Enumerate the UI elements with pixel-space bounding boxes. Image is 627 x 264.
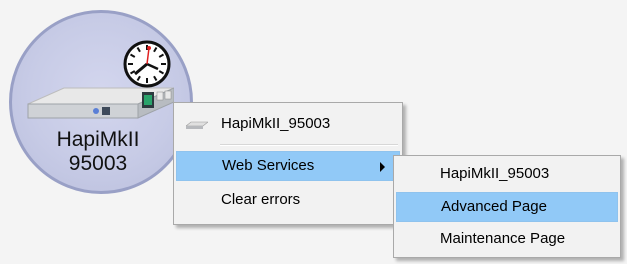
device-name: HapiMkII bbox=[56, 128, 140, 151]
menu-item-web-services-label: Web Services bbox=[222, 157, 315, 174]
submenu-item-device[interactable]: HapiMkII_95003 bbox=[396, 159, 618, 189]
submenu-arrow-icon bbox=[380, 162, 385, 172]
device-label: HapiMkII 95003 bbox=[28, 128, 168, 176]
menu-item-clear-errors-label: Clear errors bbox=[221, 191, 301, 208]
context-menu: HapiMkII_95003 Web Services Clear errors bbox=[173, 102, 403, 225]
submenu-item-maintenance-page-label: Maintenance Page bbox=[440, 230, 566, 247]
rack-device-icon bbox=[27, 87, 174, 119]
menu-separator bbox=[220, 144, 398, 146]
menu-item-device[interactable]: HapiMkII_95003 bbox=[176, 109, 400, 139]
web-services-submenu: HapiMkII_95003 Advanced Page Maintenance… bbox=[393, 155, 621, 258]
menu-item-device-label: HapiMkII_95003 bbox=[221, 115, 331, 132]
clock-icon bbox=[123, 40, 171, 88]
workspace-canvas: HapiMkII 95003 HapiMkII_95003 Web Servic… bbox=[0, 0, 627, 264]
submenu-item-device-label: HapiMkII_95003 bbox=[440, 165, 550, 182]
device-icon bbox=[186, 121, 208, 129]
device-id: 95003 bbox=[68, 152, 128, 175]
submenu-item-advanced-page-label: Advanced Page bbox=[441, 198, 547, 215]
submenu-item-advanced-page[interactable]: Advanced Page bbox=[396, 192, 618, 222]
submenu-item-maintenance-page[interactable]: Maintenance Page bbox=[396, 224, 618, 254]
menu-item-clear-errors[interactable]: Clear errors bbox=[176, 185, 400, 215]
menu-item-web-services[interactable]: Web Services bbox=[176, 151, 400, 181]
